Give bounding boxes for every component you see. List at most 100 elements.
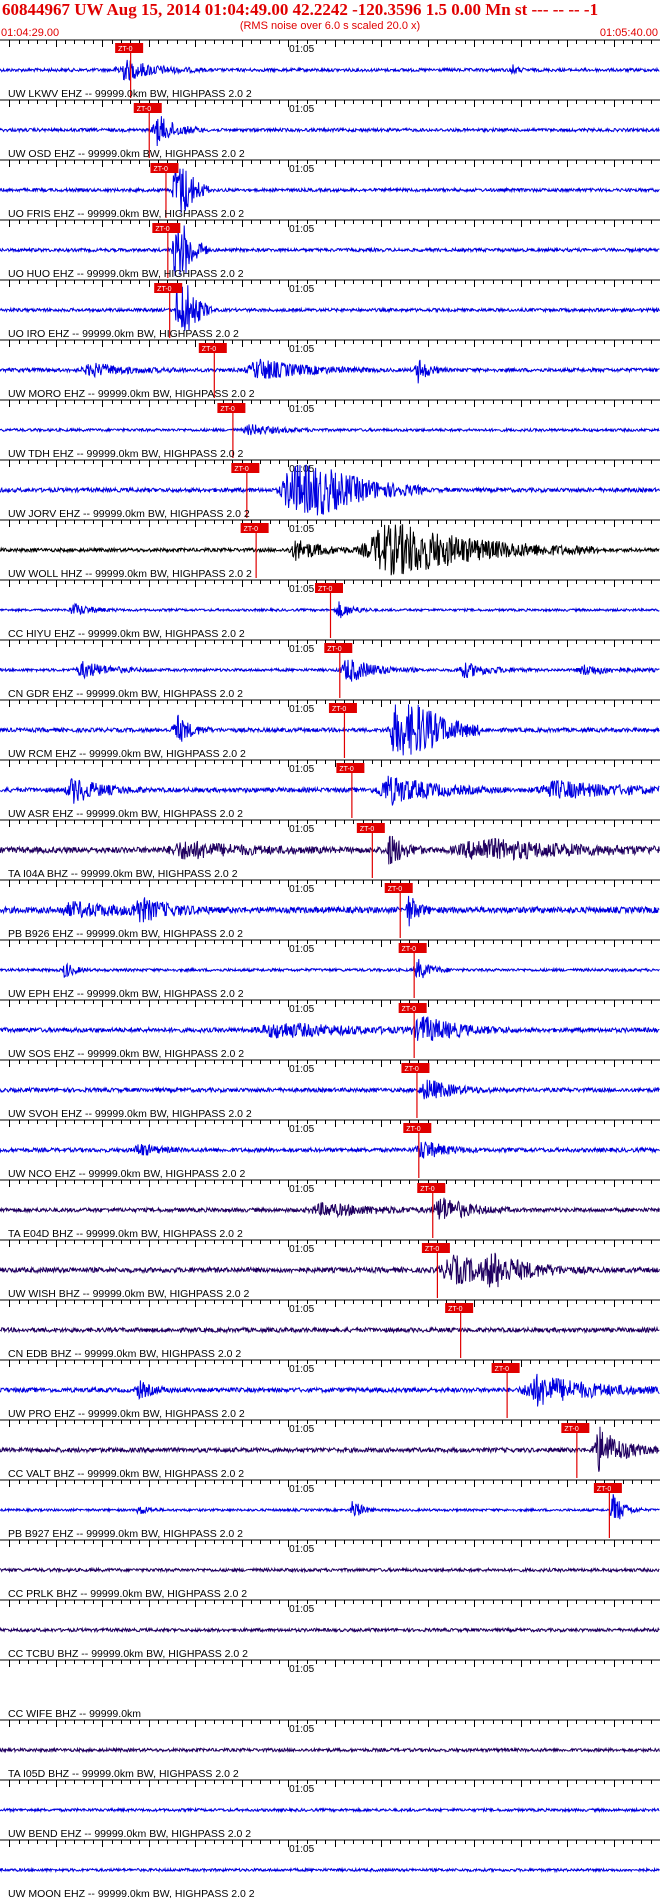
time-tick-label: 01:05 — [289, 1664, 314, 1675]
pick-flag-label: ZT-0 — [318, 586, 332, 593]
time-tick-label: 01:05 — [289, 1544, 314, 1555]
station-label: CC PRLK BHZ -- 99999.0km BW, HIGHPASS 2.… — [8, 1588, 247, 1600]
station-label: UW WISH BHZ -- 99999.0km BW, HIGHPASS 2.… — [8, 1288, 250, 1300]
station-label: CC WIFE BHZ -- 99999.0km — [8, 1708, 141, 1720]
pick-flag-label: ZT-0 — [404, 1066, 418, 1073]
station-label: TA I04A BHZ -- 99999.0km BW, HIGHPASS 2.… — [8, 868, 238, 880]
seismic-trace — [0, 116, 660, 147]
time-tick-label: 01:05 — [289, 1004, 314, 1015]
station-label: UW EPH EHZ -- 99999.0km BW, HIGHPASS 2.0… — [8, 988, 244, 1000]
station-label: UW OSD EHZ -- 99999.0km BW, HIGHPASS 2.0… — [8, 148, 245, 160]
seismic-trace — [0, 958, 660, 979]
station-label: CN EDB BHZ -- 99999.0km BW, HIGHPASS 2.0… — [8, 1348, 241, 1360]
seismic-trace — [0, 1746, 660, 1754]
time-tick-label: 01:05 — [289, 464, 314, 475]
seismic-trace — [0, 1494, 660, 1520]
seismic-trace — [0, 1806, 660, 1814]
seismic-trace — [0, 775, 660, 806]
time-tick-label: 01:05 — [289, 1064, 314, 1075]
station-label: UO FRIS EHZ -- 99999.0km BW, HIGHPASS 2.… — [8, 208, 244, 220]
pick-flag-label: ZT-0 — [332, 706, 346, 713]
time-tick-label: 01:05 — [289, 1784, 314, 1795]
station-label: UW RCM EHZ -- 99999.0km BW, HIGHPASS 2.0… — [8, 748, 246, 760]
pick-flag-label: ZT-0 — [339, 766, 353, 773]
pick-flag-label: ZT-0 — [448, 1306, 462, 1313]
station-label: UW ASR EHZ -- 99999.0km BW, HIGHPASS 2.0… — [8, 808, 243, 820]
time-tick-label: 01:05 — [289, 1124, 314, 1135]
pick-flag-label: ZT-0 — [388, 886, 402, 893]
station-label: UW SVOH EHZ -- 99999.0km BW, HIGHPASS 2.… — [8, 1108, 252, 1120]
time-tick-label: 01:05 — [289, 1844, 314, 1855]
station-label: CC HIYU EHZ -- 99999.0km BW, HIGHPASS 2.… — [8, 628, 245, 640]
seismic-trace — [0, 1426, 660, 1472]
rms-noise-subtitle: (RMS noise over 6.0 s scaled 20.0 x) — [239, 20, 421, 32]
station-label: UW WOLL HHZ -- 99999.0km BW, HIGHPASS 2.… — [8, 568, 252, 580]
time-tick-label: 01:05 — [289, 524, 314, 535]
station-label: UW TDH EHZ -- 99999.0km BW, HIGHPASS 2.0… — [8, 448, 243, 460]
pick-flag-label: ZT-0 — [597, 1486, 611, 1493]
pick-flag-label: ZT-0 — [153, 166, 167, 173]
station-label: UO IRO EHZ -- 99999.0km BW, HIGHPASS 2.0… — [8, 328, 239, 340]
pick-flag-label: ZT-0 — [155, 226, 169, 233]
seismic-trace — [0, 601, 660, 619]
station-label: PB B926 EHZ -- 99999.0km BW, HIGHPASS 2.… — [8, 928, 243, 940]
time-tick-label: 01:05 — [289, 224, 314, 235]
seismic-trace — [0, 1079, 660, 1100]
time-tick-label: 01:05 — [289, 584, 314, 595]
time-tick-label: 01:05 — [289, 824, 314, 835]
station-label: CC TCBU BHZ -- 99999.0km BW, HIGHPASS 2.… — [8, 1648, 248, 1660]
seismic-trace — [0, 1373, 660, 1407]
seismic-trace — [0, 1252, 660, 1288]
time-tick-label: 01:05 — [289, 404, 314, 415]
time-tick-label: 01:05 — [289, 704, 314, 715]
pick-flag-label: ZT-0 — [220, 406, 234, 413]
pick-flag-label: ZT-0 — [360, 826, 374, 833]
seismic-trace — [0, 358, 660, 384]
time-tick-label: 01:05 — [289, 1724, 314, 1735]
station-label: UW BEND EHZ -- 99999.0km BW, HIGHPASS 2.… — [8, 1828, 251, 1840]
seismic-trace — [0, 835, 660, 865]
pick-flag-label: ZT-0 — [564, 1426, 578, 1433]
pick-flag-label: ZT-0 — [234, 466, 248, 473]
time-tick-label: 01:05 — [289, 764, 314, 775]
time-tick-label: 01:05 — [289, 104, 314, 115]
seismic-trace — [0, 424, 660, 436]
station-label: UW LKWV EHZ -- 99999.0km BW, HIGHPASS 2.… — [8, 88, 252, 100]
header: 60844967 UW Aug 15, 2014 01:04:49.00 42.… — [0, 0, 660, 39]
time-tick-label: 01:05 — [289, 1364, 314, 1375]
seismic-trace — [0, 659, 660, 682]
station-label: CC VALT BHZ -- 99999.0km BW, HIGHPASS 2.… — [8, 1468, 244, 1480]
time-tick-label: 01:05 — [289, 284, 314, 295]
time-tick-label: 01:05 — [289, 1424, 314, 1435]
seismic-trace — [0, 895, 660, 927]
seismic-trace — [0, 1566, 660, 1574]
seismic-trace — [0, 168, 660, 214]
pick-flag-label: ZT-0 — [425, 1246, 439, 1253]
seismic-trace — [0, 1866, 660, 1874]
seismic-trace — [0, 1141, 660, 1159]
time-tick-label: 01:05 — [289, 884, 314, 895]
station-label: TA E04D BHZ -- 99999.0km BW, HIGHPASS 2.… — [8, 1228, 243, 1240]
seismic-trace — [0, 1626, 660, 1634]
station-label: TA I05D BHZ -- 99999.0km BW, HIGHPASS 2.… — [8, 1768, 239, 1780]
time-tick-label: 01:05 — [289, 164, 314, 175]
pick-flag-label: ZT-0 — [420, 1186, 434, 1193]
event-title: 60844967 UW Aug 15, 2014 01:04:49.00 42.… — [2, 0, 599, 19]
seismic-trace — [0, 59, 660, 81]
pick-flag-label: ZT-0 — [118, 46, 132, 53]
seismic-trace — [0, 1197, 660, 1220]
pick-flag-label: ZT-0 — [495, 1366, 509, 1373]
time-tick-label: 01:05 — [289, 644, 314, 655]
seismic-trace — [0, 285, 660, 331]
time-tick-label: 01:05 — [289, 44, 314, 55]
station-label: CN GDR EHZ -- 99999.0km BW, HIGHPASS 2.0… — [8, 688, 243, 700]
time-tick-label: 01:05 — [289, 1604, 314, 1615]
station-label: UW NCO EHZ -- 99999.0km BW, HIGHPASS 2.0… — [8, 1168, 245, 1180]
station-label: UW MOON EHZ -- 99999.0km BW, HIGHPASS 2.… — [8, 1888, 255, 1898]
station-label: UW SOS EHZ -- 99999.0km BW, HIGHPASS 2.0… — [8, 1048, 244, 1060]
time-tick-label: 01:05 — [289, 944, 314, 955]
time-tick-label: 01:05 — [289, 1304, 314, 1315]
pick-flag-label: ZT-0 — [157, 286, 171, 293]
pick-flag-label: ZT-0 — [137, 106, 151, 113]
time-tick-label: 01:05 — [289, 344, 314, 355]
